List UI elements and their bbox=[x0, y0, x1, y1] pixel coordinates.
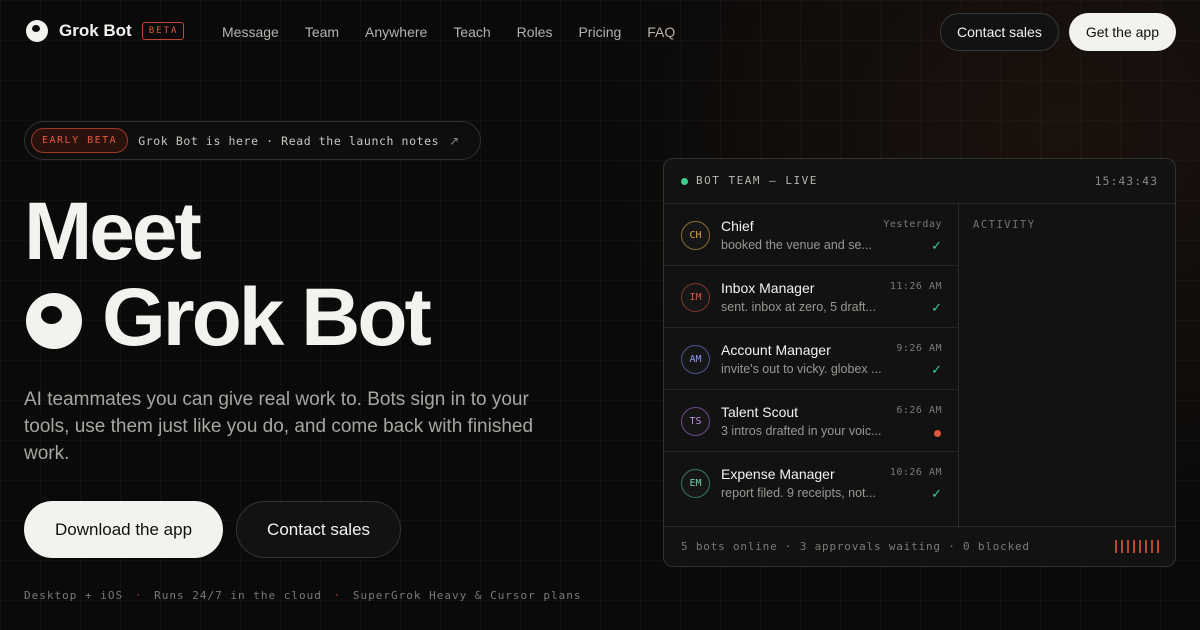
bot-row-chief[interactable]: CH Chief booked the venue and se... Yest… bbox=[664, 204, 958, 266]
nav-link-anywhere[interactable]: Anywhere bbox=[365, 24, 427, 40]
hero-footnotes: Desktop + iOS · Runs 24/7 in the cloud ·… bbox=[24, 589, 582, 602]
avatar: TS bbox=[681, 407, 710, 436]
footnote-separator: · bbox=[333, 590, 341, 601]
check-icon: ✓ bbox=[931, 362, 942, 377]
bot-name: Account Manager bbox=[721, 342, 831, 358]
bot-name: Expense Manager bbox=[721, 466, 835, 482]
bot-row-inbox-manager[interactable]: IM Inbox Manager sent. inbox at zero, 5 … bbox=[664, 266, 958, 328]
activity-bars-icon bbox=[1115, 540, 1159, 553]
early-beta-badge: EARLY BETA bbox=[31, 128, 129, 153]
nav-get-app-button[interactable]: Get the app bbox=[1068, 13, 1176, 51]
panel-footer-stats: 5 bots online · 3 approvals waiting · 0 … bbox=[681, 540, 1030, 553]
bot-message: 3 intros drafted in your voic... bbox=[721, 424, 882, 438]
bot-row-talent-scout[interactable]: TS Talent Scout 3 intros drafted in your… bbox=[664, 390, 958, 452]
live-status-dot bbox=[681, 178, 688, 185]
download-app-button[interactable]: Download the app bbox=[24, 501, 224, 558]
bot-name: Inbox Manager bbox=[721, 280, 815, 296]
bot-time: Yesterday bbox=[883, 219, 942, 230]
check-icon: ✓ bbox=[931, 300, 942, 315]
hero-contact-sales-button[interactable]: Contact sales bbox=[236, 501, 402, 558]
nav-link-team[interactable]: Team bbox=[305, 24, 339, 40]
hero-cta-row: Download the app Contact sales bbox=[24, 501, 402, 558]
nav-link-pricing[interactable]: Pricing bbox=[578, 24, 621, 40]
nav-actions: Contact sales Get the app bbox=[940, 13, 1176, 51]
top-nav: Grok Bot BETA Message Team Anywhere Teac… bbox=[0, 0, 1200, 64]
footnote-plans: SuperGrok Heavy & Cursor plans bbox=[352, 589, 582, 602]
pending-status-dot bbox=[934, 430, 941, 437]
footnote-runtime: Runs 24/7 in the cloud bbox=[154, 589, 322, 602]
brand-logo[interactable]: Grok Bot BETA bbox=[26, 20, 185, 42]
bot-row-account-manager[interactable]: AM Account Manager invite's out to vicky… bbox=[664, 328, 958, 390]
arrow-up-right-icon: ↗ bbox=[449, 133, 460, 148]
bot-name: Talent Scout bbox=[721, 404, 799, 420]
bot-time: 9:26 AM bbox=[896, 343, 942, 354]
avatar: IM bbox=[681, 283, 710, 312]
hero-title-brand: Grok Bot bbox=[102, 272, 432, 363]
panel-title: BOT TEAM — LIVE bbox=[696, 174, 818, 187]
bot-list: CH Chief booked the venue and se... Yest… bbox=[664, 204, 959, 528]
grok-bot-logo-icon bbox=[26, 20, 48, 42]
panel-clock: 15:43:43 bbox=[1094, 174, 1158, 188]
hero-title-line1: Meet bbox=[24, 186, 202, 277]
activity-label: ACTIVITY bbox=[973, 219, 1036, 231]
panel-footer: 5 bots online · 3 approvals waiting · 0 … bbox=[664, 526, 1175, 566]
bot-time: 10:26 AM bbox=[889, 467, 942, 478]
announcement-pill[interactable]: EARLY BETA Grok Bot is here · Read the l… bbox=[24, 121, 481, 160]
nav-link-teach[interactable]: Teach bbox=[453, 24, 490, 40]
beta-badge: BETA bbox=[141, 22, 185, 40]
footnote-separator: · bbox=[135, 590, 143, 601]
avatar: AM bbox=[681, 345, 710, 374]
bot-message: invite's out to vicky. globex ... bbox=[721, 362, 882, 376]
activity-pane: ACTIVITY bbox=[959, 204, 1175, 528]
bot-message: report filed. 9 receipts, not... bbox=[721, 486, 876, 500]
nav-links: Message Team Anywhere Teach Roles Pricin… bbox=[222, 24, 675, 40]
check-icon: ✓ bbox=[931, 486, 942, 501]
avatar: CH bbox=[681, 221, 710, 250]
hero-title-line2: Grok Bot bbox=[26, 272, 432, 364]
brand-name: Grok Bot bbox=[59, 21, 132, 40]
footnote-platforms: Desktop + iOS bbox=[24, 589, 124, 602]
announcement-text: Grok Bot is here · Read the launch notes bbox=[138, 133, 440, 148]
bot-row-expense-manager[interactable]: EM Expense Manager report filed. 9 recei… bbox=[664, 452, 958, 514]
grok-bot-hero-logo-icon bbox=[26, 293, 82, 349]
bot-message: booked the venue and se... bbox=[721, 238, 872, 252]
nav-link-roles[interactable]: Roles bbox=[517, 24, 553, 40]
hero-subtitle: AI teammates you can give real work to. … bbox=[24, 389, 534, 464]
nav-contact-sales-button[interactable]: Contact sales bbox=[940, 13, 1059, 51]
nav-link-message[interactable]: Message bbox=[222, 24, 279, 40]
panel-header: BOT TEAM — LIVE 15:43:43 bbox=[664, 159, 1175, 204]
bot-name: Chief bbox=[721, 218, 754, 234]
bot-message: sent. inbox at zero, 5 draft... bbox=[721, 300, 876, 314]
check-icon: ✓ bbox=[931, 238, 942, 253]
bot-team-panel: BOT TEAM — LIVE 15:43:43 CH Chief booked… bbox=[663, 158, 1176, 567]
avatar: EM bbox=[681, 469, 710, 498]
bot-time: 6:26 AM bbox=[896, 405, 942, 416]
nav-link-faq[interactable]: FAQ bbox=[647, 24, 675, 40]
bot-time: 11:26 AM bbox=[889, 281, 942, 292]
